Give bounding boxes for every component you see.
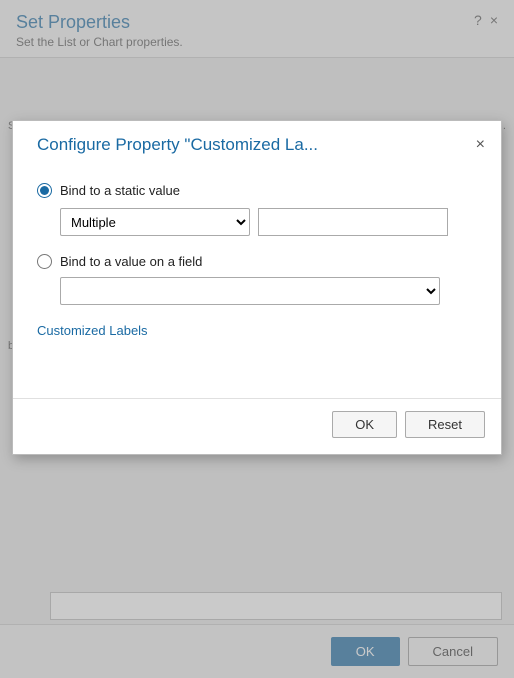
field-select[interactable] (60, 277, 440, 305)
customized-labels-link[interactable]: Customized Labels (37, 323, 148, 338)
modal-footer: OK Reset (13, 398, 501, 454)
static-value-label: Bind to a static value (60, 183, 180, 198)
modal-dialog: Configure Property "Customized La... × B… (12, 120, 502, 455)
field-value-label: Bind to a value on a field (60, 254, 202, 269)
modal-header: Configure Property "Customized La... × (13, 121, 501, 167)
multiple-select[interactable]: Multiple Single None (60, 208, 250, 236)
static-value-option-row: Bind to a static value (37, 183, 477, 198)
static-value-controls: Multiple Single None (60, 208, 477, 236)
field-select-row (60, 277, 477, 305)
static-value-input[interactable] (258, 208, 448, 236)
ok-button[interactable]: OK (332, 411, 397, 438)
modal-body: Bind to a static value Multiple Single N… (13, 167, 501, 398)
modal-title: Configure Property "Customized La... (37, 135, 318, 155)
reset-button[interactable]: Reset (405, 411, 485, 438)
static-value-radio[interactable] (37, 183, 52, 198)
field-option-row: Bind to a value on a field (37, 254, 477, 269)
field-value-radio[interactable] (37, 254, 52, 269)
modal-close-icon[interactable]: × (476, 137, 485, 153)
